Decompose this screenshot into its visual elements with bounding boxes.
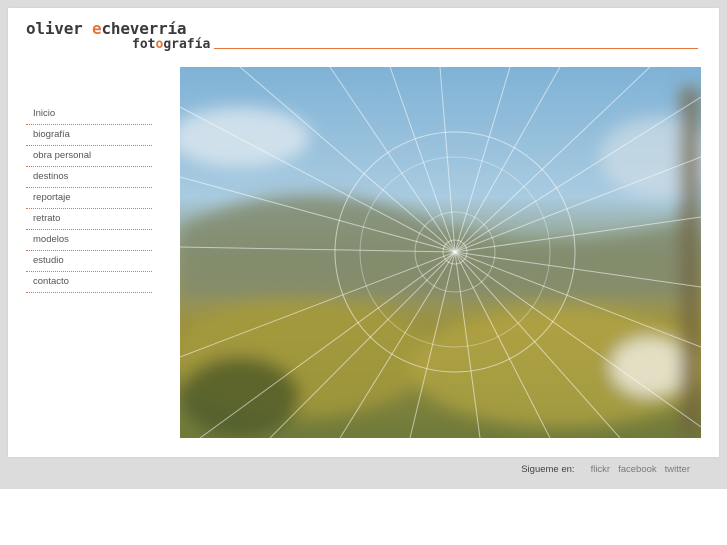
logo-sub-part2: grafía [163,37,211,52]
logo-name-part1: oliver [26,19,93,38]
broken-glass-photo-icon [180,67,701,438]
logo-name: oliver echeverría [26,19,187,38]
facebook-link[interactable]: facebook [618,464,657,475]
nav-item-contacto[interactable]: contacto [26,272,152,293]
nav-item-biografia[interactable]: biografía [26,125,152,146]
nav-item-estudio[interactable]: estudio [26,251,152,272]
flickr-link[interactable]: flickr [591,464,611,475]
social-footer: Sigueme en: flickr facebook twitter [521,464,690,475]
nav-item-destinos[interactable]: destinos [26,167,152,188]
twitter-link[interactable]: twitter [665,464,690,475]
site-logo[interactable]: oliver echeverría fotografía [26,19,216,55]
logo-name-part2: cheverría [101,19,187,38]
nav-item-inicio[interactable]: Inicio [26,104,152,125]
main-nav: Inicio biografía obra personal destinos … [26,104,152,293]
header-divider [214,48,698,49]
logo-sub-part1: fot [132,37,156,52]
follow-label: Sigueme en: [521,464,575,475]
nav-item-modelos[interactable]: modelos [26,230,152,251]
featured-photo [180,67,701,438]
nav-item-reportaje[interactable]: reportaje [26,188,152,209]
nav-item-retrato[interactable]: retrato [26,209,152,230]
logo-subtitle: fotografía [132,37,210,52]
nav-item-obra-personal[interactable]: obra personal [26,146,152,167]
